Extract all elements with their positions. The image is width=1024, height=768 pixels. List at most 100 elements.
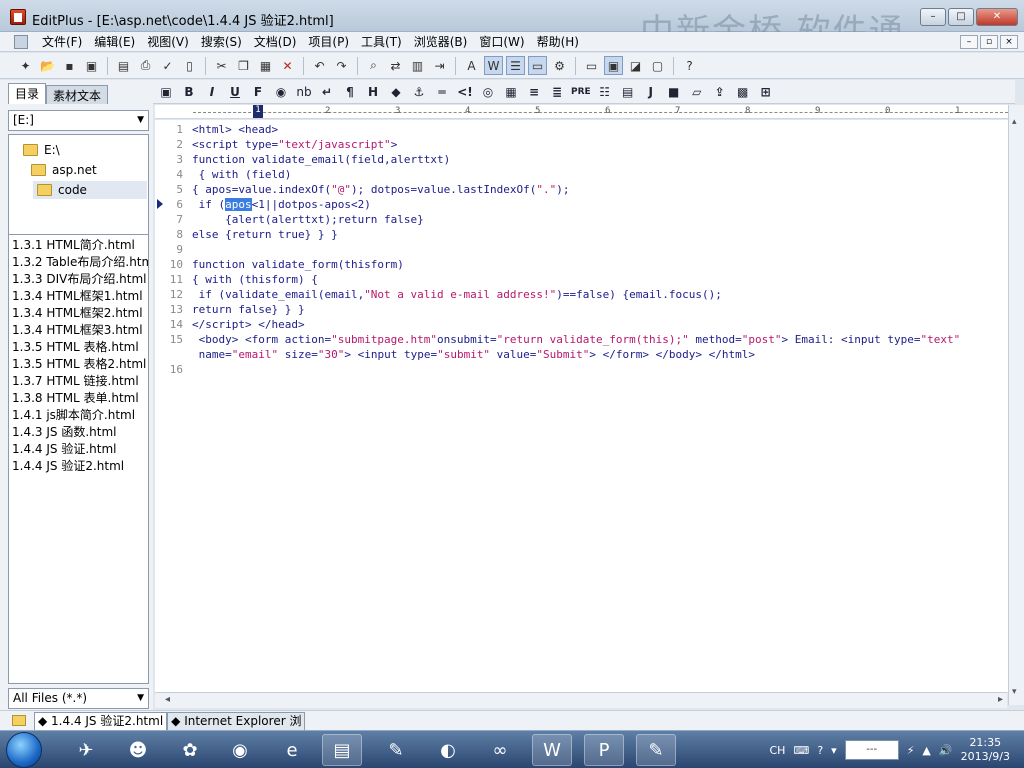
menu-edit[interactable]: 编辑(E) bbox=[88, 33, 141, 50]
power-icon[interactable]: ⚡ bbox=[907, 744, 915, 757]
tree-item-asp-net[interactable]: asp.net bbox=[31, 161, 97, 179]
editplus-app-icon[interactable] bbox=[10, 9, 26, 25]
menu-search[interactable]: 搜索(S) bbox=[195, 33, 248, 50]
pre-button[interactable]: PRE bbox=[571, 83, 591, 101]
context-help-icon[interactable]: ? bbox=[680, 56, 699, 75]
list-item[interactable]: 1.3.1 HTML简介.html bbox=[12, 237, 135, 254]
list-item[interactable]: 1.3.8 HTML 表单.html bbox=[12, 390, 139, 407]
file-filter-select[interactable]: All Files (*.*) ▼ bbox=[8, 688, 149, 709]
preferences-icon[interactable]: ⚙ bbox=[550, 56, 569, 75]
target-icon[interactable]: ◎ bbox=[479, 83, 497, 101]
tab-directory[interactable]: 目录 bbox=[8, 83, 47, 104]
list-item[interactable]: 1.3.7 HTML 链接.html bbox=[12, 373, 139, 390]
output-window-icon[interactable]: ▢ bbox=[648, 56, 667, 75]
doc-tab-browser[interactable]: ◆ Internet Explorer 浏 bbox=[167, 711, 306, 730]
spell-check-icon[interactable]: ✓ bbox=[158, 56, 177, 75]
comment-icon[interactable]: <! bbox=[456, 83, 474, 101]
menu-file[interactable]: 文件(F) bbox=[36, 33, 88, 50]
table-icon[interactable]: ▦ bbox=[502, 83, 520, 101]
color-icon[interactable]: ◉ bbox=[272, 83, 290, 101]
file-explorer-icon[interactable]: ▤ bbox=[322, 734, 362, 766]
list-item[interactable]: 1.3.4 HTML框架3.html bbox=[12, 322, 143, 339]
copy-icon[interactable]: ❐ bbox=[234, 56, 253, 75]
ime-input-box[interactable]: --- bbox=[844, 740, 899, 760]
print-icon[interactable]: ⎙ bbox=[136, 56, 155, 75]
save-icon[interactable]: ▪ bbox=[60, 56, 79, 75]
help-icon[interactable]: ? bbox=[817, 744, 823, 757]
bold-button[interactable]: B bbox=[180, 83, 198, 101]
menu-help[interactable]: 帮助(H) bbox=[531, 33, 585, 50]
font-button[interactable]: F bbox=[249, 83, 267, 101]
form-icon[interactable]: ▤ bbox=[619, 83, 637, 101]
open-file-icon[interactable]: 📂 bbox=[38, 56, 57, 75]
delete-icon[interactable]: ✕ bbox=[278, 56, 297, 75]
volume-icon[interactable]: 🔊 bbox=[939, 744, 953, 757]
visual-studio-icon[interactable]: ∞ bbox=[480, 734, 520, 766]
tree-item-code[interactable]: code bbox=[33, 181, 147, 199]
chevron-down-icon[interactable]: ▼ bbox=[137, 689, 144, 708]
html-toolbar-icon[interactable]: ▣ bbox=[157, 83, 175, 101]
font-icon[interactable]: A bbox=[462, 56, 481, 75]
horizontal-scrollbar[interactable]: ◂ ▸ bbox=[155, 692, 1007, 708]
upload-icon[interactable]: ⇪ bbox=[711, 83, 729, 101]
list-item[interactable]: 1.4.3 JS 函数.html bbox=[12, 424, 116, 441]
scroll-up-icon[interactable]: ▴ bbox=[1012, 117, 1017, 127]
center-icon[interactable]: ≡ bbox=[525, 83, 543, 101]
ime-options-icon[interactable]: ▾ bbox=[831, 744, 837, 757]
editplus-taskbar-icon[interactable]: ✎ bbox=[636, 734, 676, 766]
ime-indicator[interactable]: CH bbox=[769, 744, 785, 757]
tools-app-icon[interactable]: ✎ bbox=[376, 734, 416, 766]
palette-icon[interactable]: ▩ bbox=[734, 83, 752, 101]
horizontal-rule-icon[interactable]: ═ bbox=[433, 83, 451, 101]
folder-icon[interactable] bbox=[12, 715, 26, 726]
list-item[interactable]: 1.3.5 HTML 表格2.html bbox=[12, 356, 146, 373]
redo-icon[interactable]: ↷ bbox=[332, 56, 351, 75]
chrome-icon[interactable]: ◉ bbox=[220, 734, 260, 766]
browser-icon[interactable]: ◪ bbox=[626, 56, 645, 75]
drive-select[interactable]: [E:] ▼ bbox=[8, 110, 149, 131]
list-item[interactable]: 1.4.1 js脚本简介.html bbox=[12, 407, 135, 424]
print-preview-icon[interactable]: ▤ bbox=[114, 56, 133, 75]
paragraph-button[interactable]: ¶ bbox=[341, 83, 359, 101]
list-item[interactable]: 1.3.4 HTML框架1.html bbox=[12, 288, 143, 305]
javascript-button[interactable]: J bbox=[642, 83, 660, 101]
vertical-scrollbar[interactable]: ▴ ▾ bbox=[1008, 105, 1024, 705]
ftp-icon[interactable]: ▱ bbox=[688, 83, 706, 101]
find-icon[interactable]: ⌕ bbox=[364, 56, 383, 75]
scroll-right-icon[interactable]: ▸ bbox=[998, 694, 1003, 705]
doc-tab-current[interactable]: ◆ 1.4.4 JS 验证2.html bbox=[34, 711, 168, 730]
find-in-files-icon[interactable]: ▥ bbox=[408, 56, 427, 75]
color-picker-icon[interactable]: ■ bbox=[665, 83, 683, 101]
window-list-icon[interactable]: ▭ bbox=[582, 56, 601, 75]
list-item[interactable]: 1.3.5 HTML 表格.html bbox=[12, 339, 139, 356]
menu-browser[interactable]: 浏览器(B) bbox=[408, 33, 474, 50]
save-all-icon[interactable]: ▣ bbox=[82, 56, 101, 75]
doc-restore-button[interactable]: ▫ bbox=[980, 35, 998, 49]
tree-item-drive[interactable]: E:\ bbox=[23, 141, 60, 159]
list-item[interactable]: 1.3.2 Table布局介绍.htm bbox=[12, 254, 148, 271]
menu-document[interactable]: 文档(D) bbox=[248, 33, 303, 50]
heading-button[interactable]: H bbox=[364, 83, 382, 101]
document-menu-icon[interactable] bbox=[14, 34, 28, 49]
word-icon[interactable]: W bbox=[532, 734, 572, 766]
ruler-icon[interactable]: ▭ bbox=[528, 56, 547, 75]
doc-minimize-button[interactable]: – bbox=[960, 35, 978, 49]
menu-tools[interactable]: 工具(T) bbox=[355, 33, 408, 50]
keyboard-icon[interactable]: ⌨ bbox=[793, 744, 809, 757]
powerpoint-icon[interactable]: P bbox=[584, 734, 624, 766]
code-editor[interactable]: 1 2 3 4 5 6 7 8 9 10 11 12 13 14 15 16 <… bbox=[155, 120, 1015, 692]
directory-window-icon[interactable]: ▣ bbox=[604, 56, 623, 75]
scroll-down-icon[interactable]: ▾ bbox=[1012, 687, 1017, 697]
minimize-button[interactable]: – bbox=[920, 8, 946, 26]
gift-app-icon[interactable]: ✿ bbox=[170, 734, 210, 766]
anchor-icon[interactable]: ⚓ bbox=[410, 83, 428, 101]
internet-explorer-icon[interactable]: e bbox=[272, 734, 312, 766]
list-item[interactable]: 1.4.4 JS 验证2.html bbox=[12, 458, 124, 475]
goto-icon[interactable]: ⇥ bbox=[430, 56, 449, 75]
replace-icon[interactable]: ⇄ bbox=[386, 56, 405, 75]
start-button[interactable] bbox=[6, 732, 42, 768]
menu-view[interactable]: 视图(V) bbox=[141, 33, 195, 50]
italic-button[interactable]: I bbox=[203, 83, 221, 101]
list-icon[interactable]: ☷ bbox=[596, 83, 614, 101]
chevron-down-icon[interactable]: ▼ bbox=[137, 111, 144, 130]
